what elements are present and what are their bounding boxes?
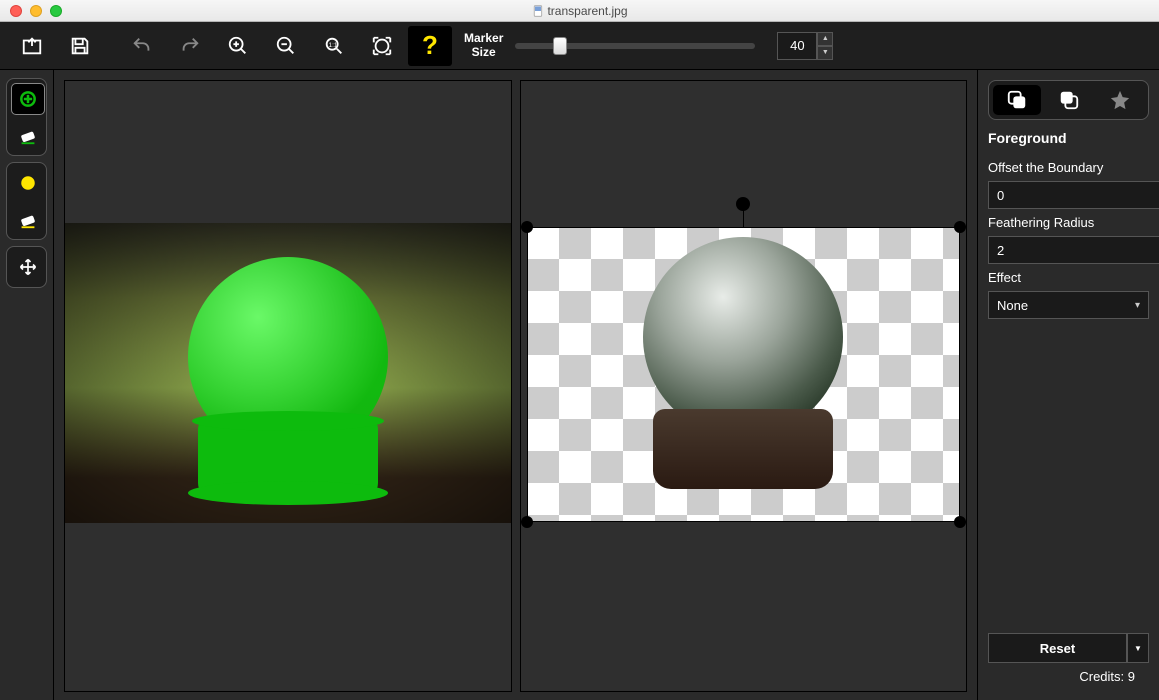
slider-handle[interactable] xyxy=(553,37,567,55)
tab-foreground[interactable] xyxy=(993,85,1041,115)
panel-heading: Foreground xyxy=(988,130,1149,146)
zoom-actual-button[interactable]: 1:1 xyxy=(312,26,356,66)
feather-label: Feathering Radius xyxy=(988,215,1149,230)
document-icon xyxy=(531,5,543,17)
marker-size-step-down[interactable]: ▼ xyxy=(817,46,833,60)
erase-green-tool[interactable] xyxy=(11,119,45,151)
credits-label: Credits: 9 xyxy=(988,663,1149,690)
crop-handle-tl[interactable] xyxy=(521,221,533,233)
crop-handle-br[interactable] xyxy=(954,516,966,528)
reset-dropdown[interactable]: ▼ xyxy=(1127,633,1149,663)
effect-value: None xyxy=(997,298,1028,313)
marker-size-value: ▲ ▼ xyxy=(777,32,833,60)
zoom-fit-button[interactable] xyxy=(360,26,404,66)
main-area: Foreground Offset the Boundary ▲ ▼ Feath… xyxy=(0,70,1159,700)
reset-button[interactable]: Reset xyxy=(988,633,1127,663)
help-icon: ? xyxy=(422,30,438,61)
crop-handle-bl[interactable] xyxy=(521,516,533,528)
window-minimize-button[interactable] xyxy=(30,5,42,17)
title-bar: transparent.jpg xyxy=(0,0,1159,22)
erase-yellow-tool[interactable] xyxy=(11,203,45,235)
undo-button[interactable] xyxy=(120,26,164,66)
marker-size-slider[interactable] xyxy=(515,43,755,49)
redo-button[interactable] xyxy=(168,26,212,66)
svg-text:1:1: 1:1 xyxy=(329,41,338,48)
save-button[interactable] xyxy=(58,26,102,66)
zoom-in-button[interactable] xyxy=(216,26,260,66)
open-button[interactable] xyxy=(10,26,54,66)
marker-size-label: Marker Size xyxy=(464,32,503,58)
properties-panel: Foreground Offset the Boundary ▲ ▼ Feath… xyxy=(977,70,1159,700)
help-button[interactable]: ? xyxy=(408,26,452,66)
yellow-marker-tool[interactable] xyxy=(11,167,45,199)
effect-select[interactable]: None xyxy=(988,291,1149,319)
canvas-area xyxy=(54,70,977,700)
crop-border xyxy=(527,227,961,522)
effect-label: Effect xyxy=(988,270,1149,285)
zoom-out-button[interactable] xyxy=(264,26,308,66)
offset-input[interactable] xyxy=(988,181,1159,209)
top-toolbar: 1:1 ? Marker Size ▲ ▼ xyxy=(0,22,1159,70)
feather-input[interactable] xyxy=(988,236,1159,264)
marker-size-step-up[interactable]: ▲ xyxy=(817,32,833,46)
marker-size-input[interactable] xyxy=(777,32,817,60)
tab-background[interactable] xyxy=(1045,85,1093,115)
crop-handle-tr[interactable] xyxy=(954,221,966,233)
panel-tabs xyxy=(988,80,1149,120)
crop-area[interactable] xyxy=(527,227,961,522)
source-canvas[interactable] xyxy=(64,80,512,692)
traffic-lights xyxy=(0,5,62,17)
rotation-handle[interactable] xyxy=(736,197,750,211)
window-maximize-button[interactable] xyxy=(50,5,62,17)
window-title: transparent.jpg xyxy=(531,4,627,18)
add-marker-tool[interactable] xyxy=(11,83,45,115)
tab-favorites[interactable] xyxy=(1096,85,1144,115)
window-title-text: transparent.jpg xyxy=(547,4,627,18)
move-tool[interactable] xyxy=(11,251,45,283)
offset-label: Offset the Boundary xyxy=(988,160,1149,175)
window-close-button[interactable] xyxy=(10,5,22,17)
left-tool-strip xyxy=(0,70,54,700)
preview-canvas[interactable] xyxy=(520,80,968,692)
